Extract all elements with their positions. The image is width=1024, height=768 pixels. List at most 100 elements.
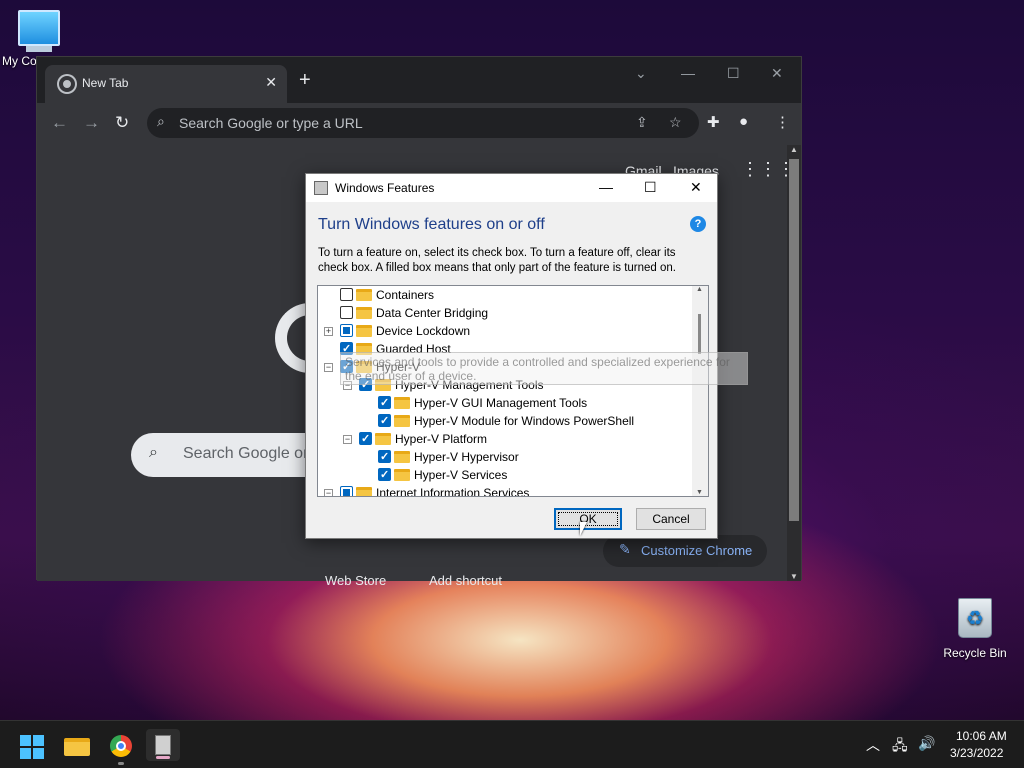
network-icon[interactable]: 🖧	[892, 735, 908, 759]
dialog-titlebar[interactable]: Windows Features — ☐ ✕	[306, 174, 717, 202]
folder-icon	[356, 289, 372, 301]
reload-icon[interactable]: ↻	[115, 113, 129, 133]
help-icon[interactable]: ?	[690, 216, 706, 232]
file-explorer-button[interactable]	[60, 729, 94, 761]
feature-checkbox[interactable]	[340, 288, 353, 301]
tab-close-icon[interactable]: ✕	[265, 74, 277, 91]
chrome-icon	[110, 735, 132, 757]
tree-scroll-down-icon[interactable]: ▼	[696, 489, 703, 496]
search-icon: ⌕	[157, 113, 165, 129]
monitor-icon	[18, 10, 60, 46]
feature-checkbox[interactable]	[340, 306, 353, 319]
desktop-icon-recycle-bin[interactable]: ♻ Recycle Bin	[940, 598, 1010, 660]
feature-checkbox[interactable]	[340, 486, 353, 496]
folder-icon	[394, 451, 410, 463]
minimize-icon[interactable]: —	[681, 65, 695, 81]
feature-checkbox[interactable]	[340, 324, 353, 337]
folder-icon	[375, 433, 391, 445]
start-button[interactable]	[16, 729, 50, 761]
collapse-icon[interactable]: −	[324, 363, 333, 372]
volume-icon[interactable]: 🔊	[918, 735, 935, 752]
show-hidden-icons-icon[interactable]: ︿	[866, 735, 880, 755]
customize-chrome-button[interactable]: ✎ Customize Chrome	[603, 535, 767, 567]
feature-label: Data Center Bridging	[376, 306, 489, 320]
features-tree[interactable]: ▲ ▼ Containers Data Center Bridging + Devic…	[317, 285, 709, 497]
feature-label: Device Lockdown	[376, 324, 471, 338]
feature-label: Hyper-V GUI Management Tools	[414, 396, 588, 410]
feature-checkbox[interactable]	[359, 430, 372, 448]
feature-label: Internet Information Services	[376, 486, 530, 497]
feature-checkbox[interactable]	[378, 412, 391, 430]
tree-scrollbar[interactable]: ▲ ▼	[692, 286, 708, 496]
expand-icon[interactable]: +	[324, 327, 333, 336]
windows-logo-icon	[20, 735, 44, 759]
feature-row[interactable]: Data Center Bridging	[318, 304, 688, 322]
maximize-icon[interactable]: ☐	[727, 65, 740, 82]
close-window-icon[interactable]: ✕	[771, 65, 783, 82]
folder-icon	[394, 397, 410, 409]
feature-label: Containers	[376, 288, 435, 302]
recycle-bin-label: Recycle Bin	[943, 646, 1007, 660]
page-scrollbar[interactable]: ▲ ▼	[787, 145, 801, 581]
taskbar: ︿ 🖧 🔊 10:06 AM 3/23/2022	[0, 720, 1024, 768]
clock-date[interactable]: 3/23/2022	[950, 746, 1003, 760]
shortcut-add[interactable]: Add shortcut	[429, 573, 502, 588]
extensions-icon[interactable]: ✚	[707, 113, 720, 131]
feature-row[interactable]: Hyper-V GUI Management Tools	[318, 394, 688, 412]
share-icon[interactable]: ⇪	[636, 114, 648, 131]
new-tab-button[interactable]: +	[299, 69, 311, 92]
ntp-search-placeholder: Search Google or	[183, 445, 309, 462]
windows-features-taskbar-button[interactable]	[146, 729, 180, 761]
tab-search-icon[interactable]: ⌄	[635, 65, 647, 82]
scroll-up-icon[interactable]: ▲	[790, 145, 798, 154]
dialog-description: To turn a feature on, select its check b…	[318, 247, 676, 274]
clock-time[interactable]: 10:06 AM	[956, 729, 1007, 743]
feature-label: Hyper-V Services	[414, 468, 508, 482]
chrome-favicon-icon	[59, 76, 75, 92]
folder-icon	[356, 487, 372, 496]
cancel-button[interactable]: Cancel	[636, 508, 706, 530]
folder-icon	[64, 738, 90, 756]
collapse-icon[interactable]: −	[324, 489, 333, 496]
ntp-search-icon: ⌕	[149, 444, 158, 461]
omnibox[interactable]: ⌕ Search Google or type a URL ⇪ ☆	[147, 108, 699, 138]
back-icon[interactable]: ←	[51, 113, 68, 133]
feature-row[interactable]: − Hyper-V Platform	[318, 430, 688, 448]
feature-checkbox[interactable]	[378, 448, 391, 466]
feature-checkbox[interactable]	[378, 466, 391, 484]
collapse-icon[interactable]: −	[343, 435, 352, 444]
forward-icon[interactable]: →	[83, 113, 100, 133]
feature-row[interactable]: − Internet Information Services	[318, 484, 688, 497]
tab-title: New Tab	[82, 76, 129, 90]
dialog-title: Windows Features	[335, 181, 435, 195]
feature-row[interactable]: Containers	[318, 286, 688, 304]
feature-row[interactable]: Hyper-V Hypervisor	[318, 448, 688, 466]
feature-row[interactable]: Hyper-V Services	[318, 466, 688, 484]
dialog-maximize-icon[interactable]: ☐	[644, 179, 657, 196]
feature-row[interactable]: + Device Lockdown	[318, 322, 688, 340]
feature-row[interactable]: Hyper-V Module for Windows PowerShell	[318, 412, 688, 430]
chrome-taskbar-button[interactable]	[104, 729, 138, 765]
ok-button[interactable]: OK	[554, 508, 622, 530]
profile-icon[interactable]: ●	[739, 113, 748, 130]
shortcut-web-store[interactable]: Web Store	[325, 573, 386, 588]
scroll-down-icon[interactable]: ▼	[790, 572, 798, 581]
dialog-close-icon[interactable]: ✕	[690, 179, 702, 196]
feature-label: Hyper-V Hypervisor	[414, 450, 519, 464]
tab-new-tab[interactable]: New Tab ✕	[45, 65, 287, 103]
customize-label: Customize Chrome	[641, 543, 753, 558]
folder-icon	[394, 469, 410, 481]
windows-features-app-icon	[155, 735, 171, 755]
windows-features-icon	[314, 181, 328, 195]
tree-scroll-thumb[interactable]	[698, 314, 701, 354]
tree-scroll-up-icon[interactable]: ▲	[696, 286, 703, 293]
scroll-thumb[interactable]	[789, 159, 799, 521]
tab-strip: New Tab ✕ + ⌄ — ☐ ✕	[37, 57, 801, 103]
feature-checkbox[interactable]	[378, 394, 391, 412]
feature-label: Hyper-V Module for Windows PowerShell	[414, 414, 635, 428]
menu-icon[interactable]: ⋮	[775, 113, 790, 131]
dialog-minimize-icon[interactable]: —	[599, 179, 613, 195]
folder-icon	[356, 325, 372, 337]
ntp-search-box[interactable]: ⌕ Search Google or	[131, 433, 321, 477]
bookmark-star-icon[interactable]: ☆	[669, 114, 682, 131]
